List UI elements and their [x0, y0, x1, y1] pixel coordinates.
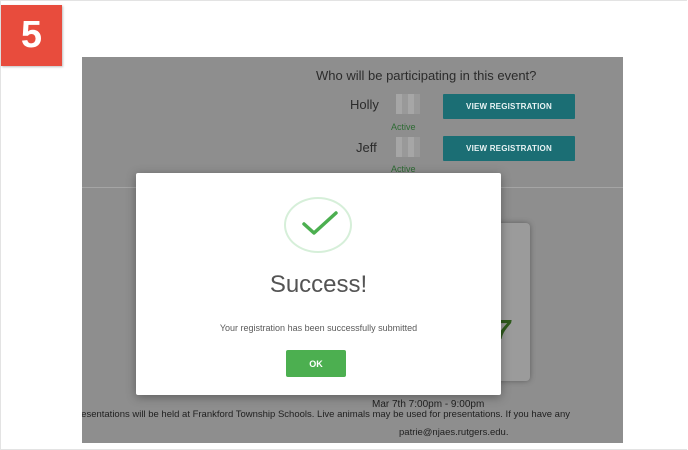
participant-avatar	[396, 137, 420, 157]
participant-avatar	[396, 94, 420, 114]
ok-button[interactable]: OK	[286, 350, 346, 377]
modal-title: Success!	[269, 271, 368, 298]
participants-question: Who will be participating in this event?	[316, 68, 537, 83]
success-modal: Success! Your registration has been succ…	[136, 173, 501, 395]
participant-status: Active	[391, 122, 416, 132]
view-registration-button-jeff[interactable]: VIEW REGISTRATION	[443, 136, 575, 161]
participant-name-holly: Holly	[350, 97, 379, 112]
event-note: resentations will be held at Frankford T…	[82, 409, 570, 420]
view-registration-button-holly[interactable]: VIEW REGISTRATION	[443, 94, 575, 119]
participant-name-jeff: Jeff	[356, 140, 377, 155]
step-number-badge: 5	[1, 5, 62, 66]
modal-message: Your registration has been successfully …	[219, 323, 418, 333]
success-check-icon	[284, 197, 352, 253]
event-email[interactable]: patrie@njaes.rutgers.edu.	[399, 427, 508, 438]
